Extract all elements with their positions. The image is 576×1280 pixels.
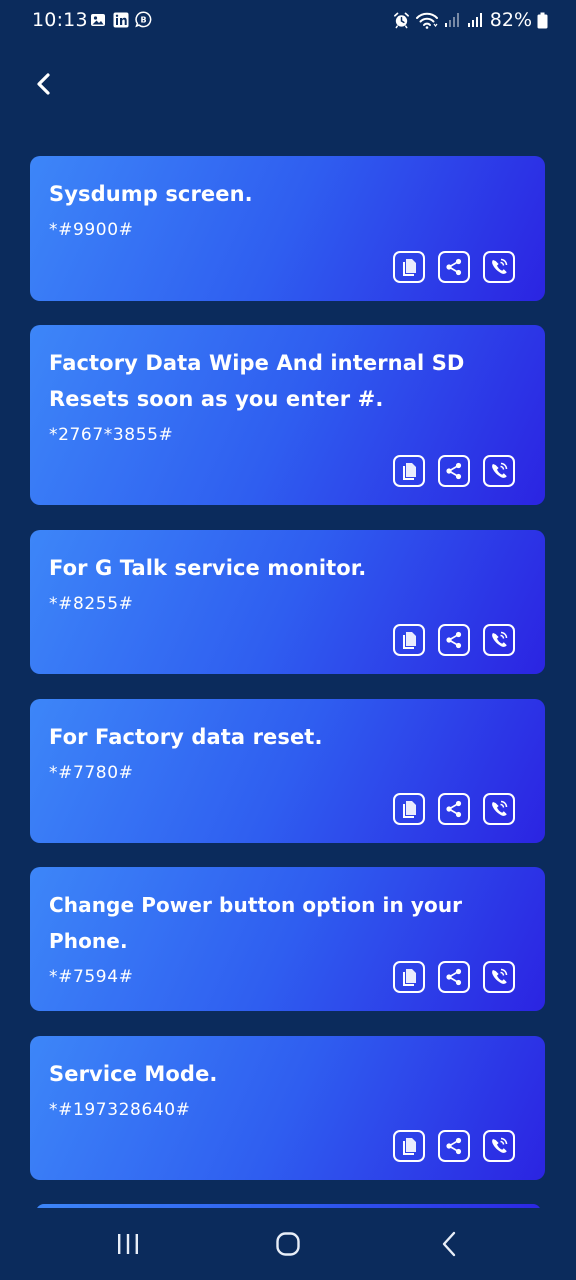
call-button[interactable]	[483, 793, 515, 825]
card-actions	[393, 624, 515, 656]
home-button[interactable]	[266, 1222, 310, 1266]
copy-button[interactable]	[393, 455, 425, 487]
share-button[interactable]	[438, 1130, 470, 1162]
share-button[interactable]	[438, 793, 470, 825]
recent-apps-button[interactable]	[106, 1222, 150, 1266]
copy-icon	[403, 801, 416, 818]
home-icon	[276, 1232, 300, 1256]
signal-icon	[467, 12, 485, 29]
card-code: *2767*3855#	[49, 425, 174, 445]
wifi-icon	[415, 12, 439, 29]
alarm-icon	[393, 12, 410, 29]
battery-percentage: 82%	[489, 9, 532, 31]
call-icon	[492, 631, 508, 647]
card-code: *#9900#	[49, 220, 134, 240]
battery-icon	[537, 12, 548, 29]
call-button[interactable]	[483, 455, 515, 487]
card-actions	[393, 1130, 515, 1162]
share-icon	[446, 1137, 462, 1155]
call-button[interactable]	[483, 1130, 515, 1162]
call-button[interactable]	[483, 624, 515, 656]
share-icon	[446, 800, 462, 818]
card-title: Service Mode.	[49, 1062, 218, 1086]
share-icon	[446, 968, 462, 986]
code-card[interactable]: Factory Data Wipe And internal SD Resets…	[30, 325, 545, 505]
code-card[interactable]: For Factory data reset. *#7780#	[30, 699, 545, 843]
copy-icon	[403, 969, 416, 986]
copy-button[interactable]	[393, 251, 425, 283]
card-title: For Factory data reset.	[49, 725, 323, 749]
business-chat-icon: B	[135, 11, 152, 28]
status-right: 82%	[393, 9, 548, 31]
back-icon	[442, 1231, 456, 1257]
card-title: Change Power button option in your Phone…	[49, 893, 463, 953]
share-button[interactable]	[438, 961, 470, 993]
copy-icon	[403, 463, 416, 480]
signal-icon	[444, 12, 462, 29]
back-button[interactable]	[26, 66, 62, 102]
notification-icons: B	[89, 11, 152, 28]
code-card[interactable]: Sysdump screen. *#9900#	[30, 156, 545, 301]
call-icon	[492, 258, 508, 274]
code-card[interactable]: Service Mode. *#197328640#	[30, 1036, 545, 1180]
share-button[interactable]	[438, 624, 470, 656]
card-title: For G Talk service monitor.	[49, 556, 367, 580]
copy-button[interactable]	[393, 793, 425, 825]
card-code: *#197328640#	[49, 1100, 191, 1120]
code-card[interactable]: For G Talk service monitor. *#8255#	[30, 530, 545, 674]
gallery-icon	[89, 11, 106, 28]
call-button[interactable]	[483, 251, 515, 283]
copy-button[interactable]	[393, 624, 425, 656]
card-code: *#7780#	[49, 763, 134, 783]
system-back-button[interactable]	[428, 1222, 472, 1266]
card-actions	[393, 961, 515, 993]
status-time: 10:13	[32, 9, 88, 31]
code-card[interactable]: Change Power button option in your Phone…	[30, 867, 545, 1011]
share-button[interactable]	[438, 455, 470, 487]
copy-icon	[403, 1138, 416, 1155]
card-title: Sysdump screen.	[49, 182, 253, 206]
share-icon	[446, 258, 462, 276]
card-actions	[393, 251, 515, 283]
copy-button[interactable]	[393, 1130, 425, 1162]
call-icon	[492, 462, 508, 478]
chevron-left-icon	[37, 73, 50, 95]
screen: 10:13 B 82% Sysdump screen. *#9900# Fact…	[0, 0, 576, 1280]
navigation-bar	[0, 1208, 576, 1280]
call-button[interactable]	[483, 961, 515, 993]
call-icon	[492, 800, 508, 816]
card-actions	[393, 455, 515, 487]
recent-apps-icon	[118, 1234, 138, 1254]
copy-icon	[403, 632, 416, 649]
share-button[interactable]	[438, 251, 470, 283]
copy-icon	[403, 259, 416, 276]
svg-text:B: B	[140, 16, 146, 25]
status-bar: 10:13 B 82%	[0, 0, 576, 44]
card-code: *#8255#	[49, 594, 134, 614]
copy-button[interactable]	[393, 961, 425, 993]
share-icon	[446, 631, 462, 649]
share-icon	[446, 462, 462, 480]
card-title: Factory Data Wipe And internal SD Resets…	[49, 351, 465, 411]
linkedin-icon	[112, 11, 129, 28]
call-icon	[492, 1137, 508, 1153]
call-icon	[492, 968, 508, 984]
card-actions	[393, 793, 515, 825]
